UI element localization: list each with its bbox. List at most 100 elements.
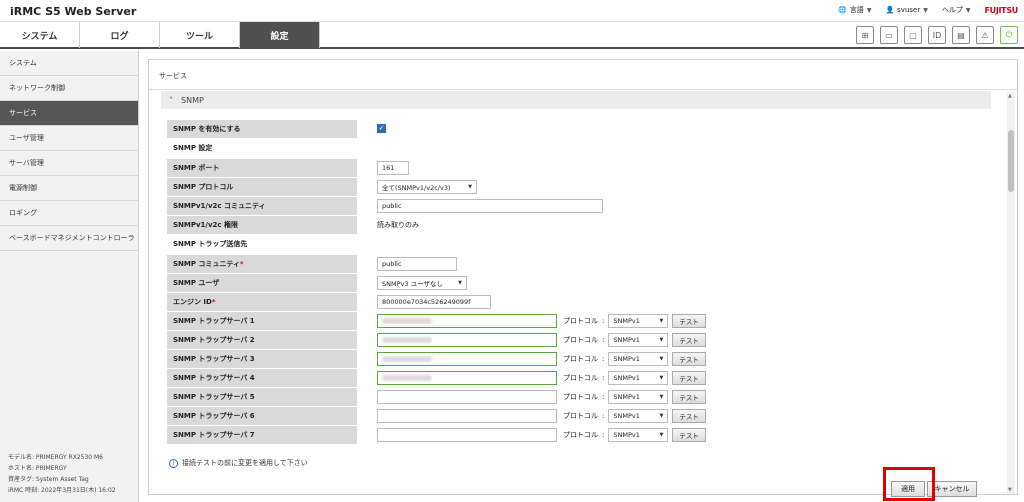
- chevron-down-icon: ▼: [659, 355, 664, 362]
- app-title: iRMC S5 Web Server: [10, 5, 137, 18]
- port-input[interactable]: 161: [377, 160, 409, 175]
- trap-server-input[interactable]: [377, 389, 557, 404]
- permission-label: SNMPv1/v2c 権限: [167, 215, 357, 234]
- trap-protocol-value: SNMPv1: [613, 373, 640, 382]
- sidebar-item-logging[interactable]: ロギング: [0, 201, 138, 226]
- test-button[interactable]: テスト: [672, 370, 706, 385]
- scrollbar-thumb[interactable]: [1008, 130, 1014, 192]
- form-row-trap-server: SNMP トラップサーバ 4 プロトコル: SNMPv1 ▼ テスト: [167, 368, 989, 387]
- colon-separator: :: [602, 335, 605, 344]
- sysinfo-model: モデル名: PRIMERGY RX2530 M6: [8, 454, 103, 461]
- trap-user-select[interactable]: SNMPv3 ユーザなし ▼: [377, 275, 467, 290]
- tab-log[interactable]: ログ: [80, 22, 160, 48]
- engine-id-input[interactable]: 800000e7034c526249099f: [377, 294, 491, 309]
- trap-community-label-cell: SNMP コミュニティ *: [167, 254, 357, 273]
- sysinfo-time: iRMC 時刻: 2022年3月31日(木) 16:02: [8, 487, 116, 494]
- form-row-port: SNMP ポート 161: [167, 158, 989, 177]
- trap-protocol-select[interactable]: SNMPv1 ▼: [608, 370, 669, 385]
- main-tab-bar: システム ログ ツール 設定 ⊞ ▭ ▢ ID ▤ ⚠ ⏻: [0, 22, 1024, 49]
- trap-protocol-value: SNMPv1: [613, 335, 640, 344]
- trap-community-input[interactable]: public: [377, 256, 457, 271]
- form-row-enable: SNMP を有効にする ✓: [167, 119, 989, 138]
- colon-separator: :: [602, 316, 605, 325]
- network-icon[interactable]: ⊞: [856, 26, 874, 44]
- trap-protocol-select[interactable]: SNMPv1 ▼: [608, 313, 669, 328]
- user-menu[interactable]: 👤 svuser ▼: [885, 6, 927, 14]
- trap-protocol-select[interactable]: SNMPv1 ▼: [608, 351, 669, 366]
- test-button[interactable]: テスト: [672, 351, 706, 366]
- test-button[interactable]: テスト: [672, 332, 706, 347]
- sidebar-item-system[interactable]: システム: [0, 51, 138, 76]
- trap-server-input[interactable]: [377, 332, 557, 347]
- sidebar-item-services[interactable]: サービス: [0, 101, 138, 126]
- trap-server-input[interactable]: [377, 351, 557, 366]
- sidebar-item-server-management[interactable]: サーバ管理: [0, 151, 138, 176]
- redacted-value: [382, 374, 432, 381]
- trap-server-input[interactable]: [377, 313, 557, 328]
- form-row-trap-community: SNMP コミュニティ * public: [167, 254, 989, 273]
- trap-server-input[interactable]: [377, 427, 557, 442]
- trap-protocol-select[interactable]: SNMPv1 ▼: [608, 408, 669, 423]
- test-button[interactable]: テスト: [672, 408, 706, 423]
- form-row-protocol: SNMP プロトコル 全て(SNMPv1/v2c/v3) ▼: [167, 177, 989, 196]
- trap-server-label: SNMP トラップサーバ 3: [167, 349, 357, 368]
- test-button[interactable]: テスト: [672, 313, 706, 328]
- trap-protocol-value: SNMPv1: [613, 430, 640, 439]
- enable-label: SNMP を有効にする: [167, 119, 357, 138]
- trap-server-label: SNMP トラップサーバ 7: [167, 425, 357, 444]
- window-icon[interactable]: ▢: [904, 26, 922, 44]
- port-label: SNMP ポート: [167, 158, 357, 177]
- form-row-trap-server: SNMP トラップサーバ 6 プロトコル: SNMPv1 ▼ テスト: [167, 406, 989, 425]
- trap-server-label: SNMP トラップサーバ 1: [167, 311, 357, 330]
- chevron-down-icon: ▼: [659, 336, 664, 343]
- tab-settings[interactable]: 設定: [240, 22, 320, 48]
- trap-protocol-label: プロトコル: [563, 392, 598, 401]
- trap-protocol-label: プロトコル: [563, 335, 598, 344]
- trap-server-label: SNMP トラップサーバ 6: [167, 406, 357, 425]
- enable-checkbox[interactable]: ✓: [377, 124, 386, 133]
- trap-server-input[interactable]: [377, 370, 557, 385]
- snmp-section-header[interactable]: ˄ SNMP: [161, 91, 991, 109]
- chevron-down-icon: ▼: [659, 412, 664, 419]
- chevron-down-icon: ▼: [468, 183, 472, 190]
- chevron-down-icon: ▼: [458, 279, 462, 286]
- tab-tools[interactable]: ツール: [160, 22, 240, 48]
- sidebar-item-network[interactable]: ネットワーク制御: [0, 76, 138, 101]
- id-icon[interactable]: ID: [928, 26, 946, 44]
- redacted-value: [382, 336, 432, 343]
- sidebar-item-power-control[interactable]: 電源制御: [0, 176, 138, 201]
- test-button[interactable]: テスト: [672, 389, 706, 404]
- community-label: SNMPv1/v2c コミュニティ: [167, 196, 357, 215]
- trap-protocol-select[interactable]: SNMPv1 ▼: [608, 427, 669, 442]
- trap-server-input[interactable]: [377, 408, 557, 423]
- tab-system[interactable]: システム: [0, 22, 80, 48]
- colon-separator: :: [602, 373, 605, 382]
- scroll-up-icon[interactable]: ▲: [1008, 93, 1012, 99]
- sysinfo-asset: 資産タグ: System Asset Tag: [8, 476, 89, 483]
- form-row-trap-user: SNMP ユーザ SNMPv3 ユーザなし ▼: [167, 273, 989, 292]
- warning-icon[interactable]: ⚠: [976, 26, 994, 44]
- system-info: モデル名: PRIMERGY RX2530 M6 ホスト名: PRIMERGY …: [8, 452, 116, 496]
- colon-separator: :: [602, 392, 605, 401]
- trap-protocol-select[interactable]: SNMPv1 ▼: [608, 332, 669, 347]
- sidebar-item-user-management[interactable]: ユーザ管理: [0, 126, 138, 151]
- sysinfo-host: ホスト名: PRIMERGY: [8, 465, 67, 472]
- help-menu[interactable]: ヘルプ ▼: [942, 5, 971, 15]
- trap-server-label: SNMP トラップサーバ 2: [167, 330, 357, 349]
- community-input[interactable]: public: [377, 198, 603, 213]
- console-icon[interactable]: ▤: [952, 26, 970, 44]
- sidebar-item-bmc[interactable]: ベースボードマネジメントコントローラ: [0, 226, 138, 251]
- protocol-select[interactable]: 全て(SNMPv1/v2c/v3) ▼: [377, 179, 477, 194]
- chevron-down-icon: ▼: [659, 393, 664, 400]
- sidebar: システム ネットワーク制御 サービス ユーザ管理 サーバ管理 電源制御 ロギング…: [0, 51, 139, 502]
- chevron-down-icon: ▼: [923, 6, 928, 14]
- scroll-down-icon[interactable]: ▼: [1008, 487, 1012, 493]
- language-menu[interactable]: 🌐 言語 ▼: [838, 5, 871, 15]
- vertical-scrollbar[interactable]: ▲ ▼: [1007, 92, 1015, 494]
- trap-protocol-select[interactable]: SNMPv1 ▼: [608, 389, 669, 404]
- power-icon[interactable]: ⏻: [1000, 26, 1018, 44]
- chevron-down-icon: ▼: [965, 6, 971, 14]
- test-button[interactable]: テスト: [672, 427, 706, 442]
- chat-icon[interactable]: ▭: [880, 26, 898, 44]
- redacted-value: [382, 317, 432, 324]
